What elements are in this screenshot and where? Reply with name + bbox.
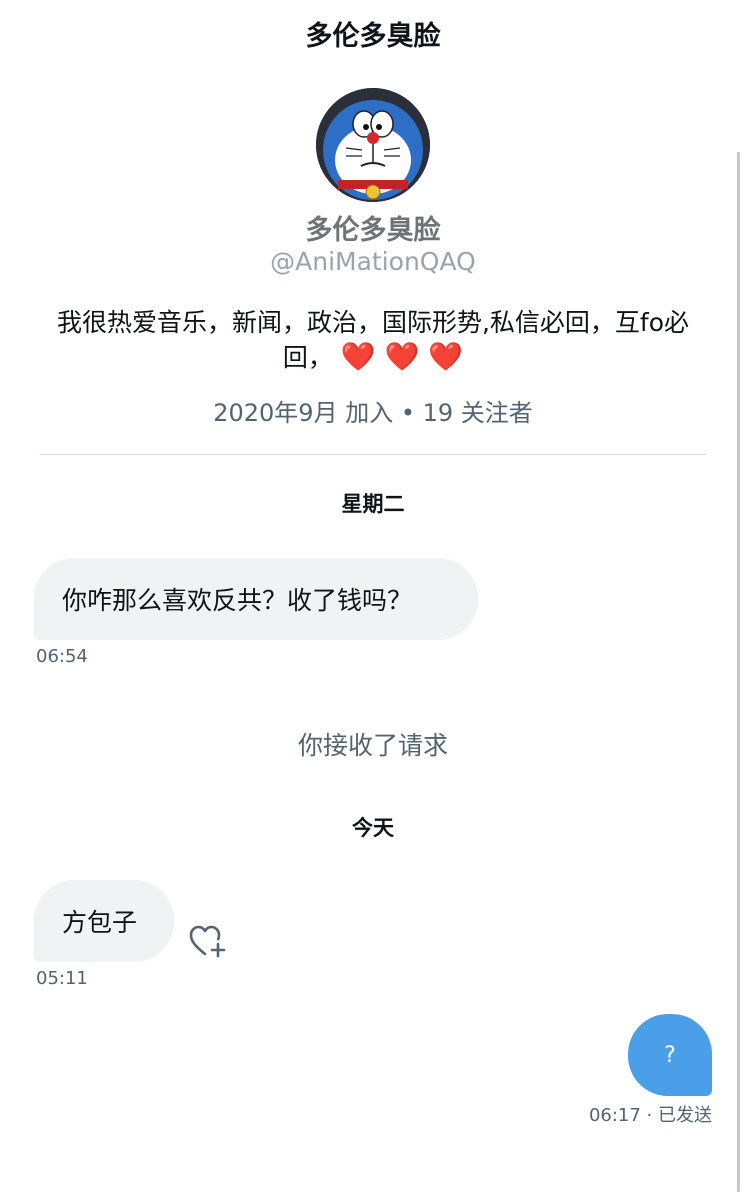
date-separator-tuesday: 星期二: [341, 492, 405, 516]
request-accepted-notice: 你接收了请求: [297, 731, 448, 760]
avatar-image: [316, 88, 430, 202]
profile-meta: 2020年9月 加入 • 19 关注者: [213, 399, 533, 427]
message-text: 你咋那么喜欢反共？收了钱吗？: [62, 586, 413, 615]
conversation-title: 多伦多臭脸: [305, 21, 441, 52]
incoming-message-bubble[interactable]: 方包子: [34, 880, 174, 962]
heart-emoji-icon: ❤️ ❤️ ❤️: [340, 340, 464, 373]
message-text: 方包子: [62, 908, 138, 937]
profile-handle[interactable]: @AniMationQAQ: [0, 247, 746, 276]
avatar[interactable]: [316, 88, 430, 202]
date-separator-today: 今天: [352, 816, 394, 840]
profile-bio: 我很热爱音乐，新闻，政治，国际形势,私信必回，互fo必回， ❤️ ❤️ ❤️: [40, 306, 706, 375]
scrollbar[interactable]: [737, 152, 740, 1192]
message-status-timestamp: 06:17 · 已发送: [588, 1105, 712, 1126]
divider: [40, 454, 706, 455]
message-timestamp: 06:54: [36, 646, 88, 667]
message-timestamp: 05:11: [36, 968, 88, 989]
outgoing-message-bubble[interactable]: ?: [628, 1014, 712, 1096]
profile-name[interactable]: 多伦多臭脸: [0, 208, 746, 247]
heart-plus-icon[interactable]: [188, 924, 228, 960]
message-text: ?: [664, 1042, 676, 1068]
incoming-message-bubble[interactable]: 你咋那么喜欢反共？收了钱吗？: [34, 558, 478, 640]
